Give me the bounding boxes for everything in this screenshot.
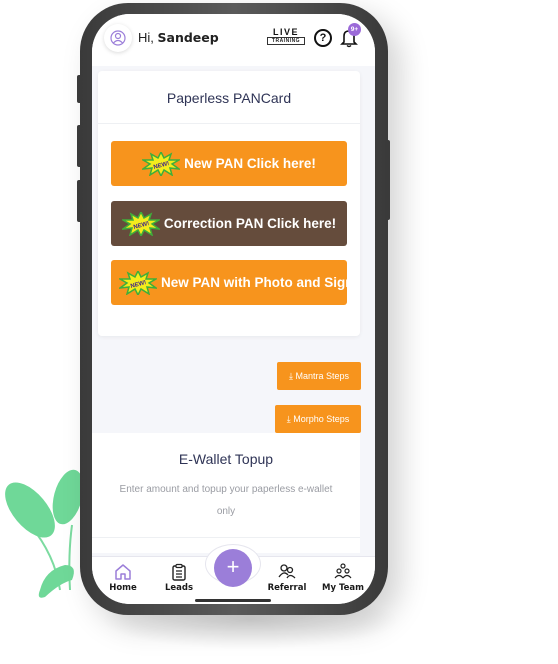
- add-button[interactable]: +: [214, 549, 252, 587]
- nav-item-my-team[interactable]: My Team: [315, 563, 371, 593]
- phone-side-button: [77, 75, 82, 103]
- help-icon[interactable]: ?: [314, 29, 332, 47]
- nav-label-home: Home: [109, 583, 137, 593]
- morpho-steps-button[interactable]: ⤓ Morpho Steps: [275, 405, 361, 433]
- phone-power-button: [385, 140, 390, 220]
- home-icon: [115, 564, 131, 580]
- app-screen: Hi, Sandeep LIVE TRAINING ? 9+ Paperless…: [92, 14, 375, 604]
- top-bar: Hi, Sandeep LIVE TRAINING ? 9+: [92, 14, 375, 66]
- live-training-button[interactable]: LIVE TRAINING: [267, 28, 305, 45]
- new-badge-icon: NEW!: [121, 211, 160, 236]
- new-badge-icon: NEW!: [119, 270, 157, 295]
- training-label: TRAINING: [267, 37, 305, 45]
- user-avatar-icon: [110, 30, 126, 46]
- nav-item-home[interactable]: Home: [95, 563, 151, 593]
- download-icon: ⤓: [286, 414, 291, 424]
- nav-label-my-team: My Team: [322, 583, 364, 593]
- new-pan-button[interactable]: NEW! New PAN Click here!: [111, 141, 347, 186]
- pancard-title: Paperless PANCard: [98, 71, 360, 124]
- ewallet-description: Enter amount and topup your paperless e-…: [119, 484, 333, 517]
- live-label: LIVE: [272, 27, 299, 37]
- morpho-steps-label: Morpho Steps: [293, 414, 350, 424]
- nav-label-leads: Leads: [164, 583, 194, 593]
- new-pan-photo-signature-label: New PAN with Photo and Signature: [161, 275, 347, 290]
- ewallet-title: E-Wallet Topup: [178, 451, 274, 467]
- new-pan-photo-signature-button[interactable]: NEW! New PAN with Photo and Signature: [111, 260, 347, 305]
- greeting-prefix: Hi,: [138, 30, 154, 45]
- referral-icon: [278, 564, 296, 579]
- nav-item-referral[interactable]: Referral: [259, 563, 315, 593]
- divider: [92, 537, 360, 538]
- pancard-card: Paperless PANCard NEW! New PAN Click her…: [98, 71, 360, 336]
- mantra-steps-button[interactable]: ⤓ Mantra Steps: [277, 362, 361, 390]
- phone-volume-down: [77, 180, 82, 222]
- ewallet-card: E-Wallet Topup Enter amount and topup yo…: [92, 433, 360, 553]
- mantra-steps-label: Mantra Steps: [295, 371, 350, 381]
- new-badge-icon: NEW!: [142, 151, 181, 176]
- team-icon: [334, 563, 352, 579]
- greeting: Hi, Sandeep: [138, 30, 219, 45]
- phone-volume-up: [77, 125, 82, 167]
- new-pan-label: New PAN Click here!: [184, 156, 316, 171]
- correction-pan-label: Correction PAN Click here!: [163, 216, 337, 231]
- nav-label-referral: Referral: [267, 583, 307, 593]
- user-name: Sandeep: [157, 30, 219, 45]
- correction-pan-button[interactable]: NEW! Correction PAN Click here!: [111, 201, 347, 246]
- nav-item-leads[interactable]: Leads: [151, 563, 207, 593]
- download-icon: ⤓: [288, 371, 293, 381]
- notification-badge: 9+: [348, 23, 361, 36]
- clipboard-icon: [172, 563, 186, 581]
- home-indicator: [195, 599, 271, 602]
- avatar[interactable]: [104, 24, 132, 52]
